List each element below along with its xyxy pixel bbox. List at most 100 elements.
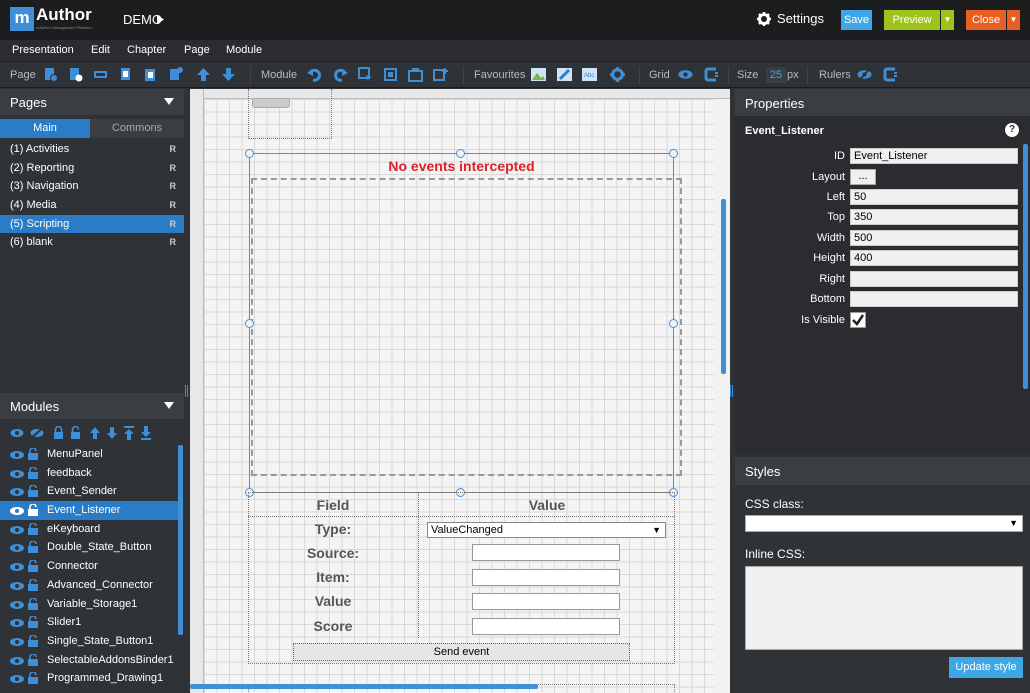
grid-visibility-eye-icon[interactable] [678,67,693,82]
eye-icon[interactable] [10,451,24,459]
resize-handle-top[interactable] [456,149,465,158]
module-item-event-listener[interactable]: Event_Listener [0,501,178,520]
eye-icon[interactable] [10,582,24,590]
close-button[interactable]: Close [966,10,1006,30]
module-item-slider[interactable]: Slider1 [0,613,178,632]
page-item-media[interactable]: (4) Media R [0,196,184,214]
eye-icon[interactable] [10,563,24,571]
prop-bottom-input[interactable] [850,291,1018,307]
eye-icon[interactable] [10,507,24,515]
page-item-scripting[interactable]: (5) Scripting R [0,215,184,233]
preview-dropdown-icon[interactable]: ▼ [941,10,954,30]
add-page-icon[interactable] [43,67,58,82]
eye-icon[interactable] [10,638,24,646]
unlock-icon[interactable] [28,672,38,684]
unlock-icon[interactable] [28,448,38,460]
collapse-triangle-icon[interactable] [164,402,174,409]
resize-handle-right[interactable] [669,319,678,328]
unlock-icon[interactable] [28,635,38,647]
canvas-horizontal-scrollbar[interactable] [190,684,538,689]
sender-item-input[interactable] [472,569,620,586]
unlock-icon[interactable] [28,523,38,535]
menu-chapter[interactable]: Chapter [127,44,166,56]
right-splitter-handle[interactable] [730,385,733,397]
group-modules-icon[interactable] [408,67,423,82]
move-down-icon[interactable] [221,67,236,82]
help-icon[interactable]: ? [1005,123,1019,137]
layout-button[interactable]: ... [850,169,876,185]
inline-css-textarea[interactable] [745,566,1023,650]
module-item-advanced-connector[interactable]: Advanced_Connector [0,576,178,595]
add-module-icon[interactable] [433,67,448,82]
preview-button[interactable]: Preview [884,10,940,30]
unlock-icon[interactable] [28,579,38,591]
unlock-icon[interactable] [28,560,38,572]
prop-right-input[interactable] [850,271,1018,287]
resize-handle-left[interactable] [245,319,254,328]
unlock-icon[interactable] [28,485,38,497]
module-item-variable-storage[interactable]: Variable_Storage1 [0,595,178,614]
module-above-button[interactable] [252,98,290,108]
redo-icon[interactable] [333,67,348,82]
sender-score-input[interactable] [472,618,620,635]
modules-scrollbar[interactable] [178,445,183,635]
eye-icon[interactable] [10,544,24,552]
collapse-triangle-icon[interactable] [164,98,174,105]
eye-icon[interactable] [10,526,24,534]
module-item-single-state-button[interactable]: Single_State_Button1 [0,632,178,651]
sender-type-select[interactable]: ValueChanged ▼ [427,522,666,538]
eye-icon[interactable] [10,601,24,609]
left-splitter-handle[interactable] [185,385,188,397]
eye-icon[interactable] [10,619,24,627]
menu-module[interactable]: Module [226,44,262,56]
unlock-icon[interactable] [28,598,38,610]
unlock-icon[interactable] [28,541,38,553]
settings-button[interactable]: Settings [757,11,824,26]
page-options-icon[interactable] [168,67,183,82]
send-event-button[interactable]: Send event [293,643,630,661]
rulers-snap-icon[interactable] [883,67,898,82]
menu-edit[interactable]: Edit [91,44,110,56]
unlock-icon[interactable] [28,467,38,479]
module-item-ekeyboard[interactable]: eKeyboard [0,520,178,539]
rulers-hidden-eye-icon[interactable] [857,67,872,82]
tab-commons[interactable]: Commons [90,119,184,138]
text-module-icon[interactable]: Abc [582,67,597,82]
eye-icon[interactable] [10,488,24,496]
eye-icon[interactable] [10,470,24,478]
align-modules-icon[interactable] [383,67,398,82]
unlock-icon[interactable] [28,654,38,666]
image-module-icon[interactable] [531,67,546,82]
resize-handle-top-right[interactable] [669,149,678,158]
canvas-vertical-scrollbar[interactable] [721,199,726,374]
module-item-menupanel[interactable]: MenuPanel [0,445,178,464]
page-rename-icon[interactable] [93,67,108,82]
module-item-feedback[interactable]: feedback [0,464,178,483]
select-modules-icon[interactable] [358,67,373,82]
unlock-icon[interactable] [28,616,38,628]
prop-id-input[interactable]: Event_Listener [850,148,1018,164]
editor-canvas[interactable]: No events intercepted Field Value Type: … [190,89,730,693]
close-dropdown-icon[interactable]: ▼ [1007,10,1020,30]
prop-left-input[interactable]: 50 [850,189,1018,205]
menu-page[interactable]: Page [184,44,210,56]
move-up-icon[interactable] [196,67,211,82]
prop-height-input[interactable]: 400 [850,250,1018,266]
grid-size-input[interactable]: 25 [766,67,786,83]
module-item-event-sender[interactable]: Event_Sender [0,482,178,501]
play-icon[interactable] [157,15,164,24]
resize-handle-top-left[interactable] [245,149,254,158]
eye-icon[interactable] [10,675,24,683]
page-item-reporting[interactable]: (2) Reporting R [0,159,184,177]
favourites-settings-gear-icon[interactable] [610,67,625,82]
undo-icon[interactable] [307,67,322,82]
eye-icon[interactable] [10,657,24,665]
properties-scrollbar[interactable] [1023,144,1028,389]
module-tools[interactable] [10,426,160,440]
module-item-connector[interactable]: Connector [0,557,178,576]
page-item-activities[interactable]: (1) Activities R [0,140,184,158]
tab-main[interactable]: Main [0,119,90,138]
module-item-double-state-button[interactable]: Double_State_Button [0,538,178,557]
update-style-button[interactable]: Update style [949,657,1023,678]
grid-snap-icon[interactable] [704,67,719,82]
